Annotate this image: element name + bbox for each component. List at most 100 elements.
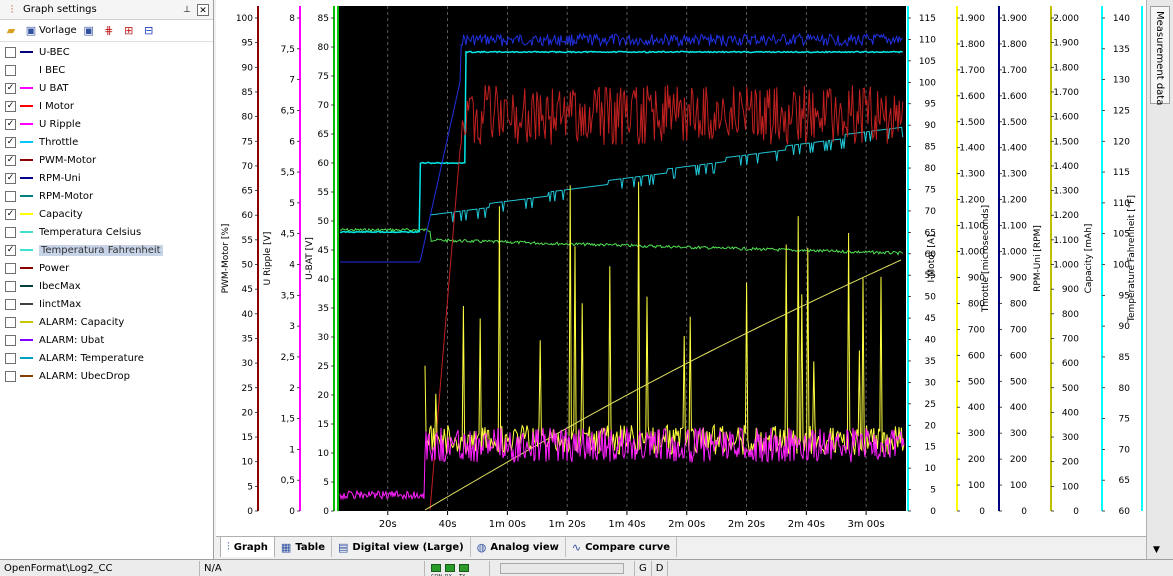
tab-digital-view-large[interactable]: ▤ Digital view (Large) [332,537,471,557]
signal-color-swatch [20,303,33,305]
close-icon[interactable]: ✕ [197,3,209,16]
axis-settings-icon[interactable]: ⋕ [101,23,117,39]
signal-row[interactable]: ✓ Throttle [0,133,213,151]
signal-checkbox[interactable] [5,334,16,346]
signal-row[interactable]: ✓ U BAT [0,79,213,97]
measurement-data-tab[interactable]: Measurement data [1150,6,1170,105]
axis-label: U Ripple [V] [263,232,273,286]
signal-color-swatch [20,123,33,125]
axis-tick-label: 500 [1062,384,1079,394]
signal-row[interactable]: ✓ Capacity [0,205,213,223]
axis-tick-label: 400 [1010,403,1027,413]
signal-row[interactable]: ✓ I Motor [0,97,213,115]
signal-color-swatch [20,249,33,251]
signal-checkbox[interactable] [5,190,16,202]
panel-title: Graph settings [23,4,97,15]
signal-row[interactable]: IinctMax [0,295,213,313]
save-as-icon[interactable]: ▣ [81,23,97,39]
axis-tick-label: 20 [925,421,937,431]
axis-tick-label: 110 [919,35,936,45]
axis-tick-label: 75 [1119,415,1130,425]
signal-row[interactable]: IbecMax [0,277,213,295]
signal-row[interactable]: ALARM: UbecDrop [0,367,213,385]
signal-checkbox[interactable] [5,226,16,238]
tab-compare-curve[interactable]: ∿ Compare curve [566,537,678,557]
signal-row[interactable]: ✓ RPM-Uni [0,169,213,187]
axis-tick-label: 1.400 [959,144,985,154]
signal-checkbox[interactable]: ✓ [5,154,16,166]
signal-checkbox[interactable] [5,262,16,274]
axis-tick-label: 100 [236,14,253,24]
signal-row[interactable]: I BEC [0,61,213,79]
signal-label: I Motor [39,100,75,112]
axis-tick-label: 1.600 [959,92,985,102]
signal-label: U BAT [39,82,69,94]
signal-checkbox[interactable] [5,46,16,58]
axis-tick-label: 0 [930,507,936,517]
signal-checkbox[interactable]: ✓ [5,208,16,220]
signal-row[interactable]: ALARM: Temperature [0,349,213,367]
signal-checkbox[interactable]: ✓ [5,136,16,148]
signal-checkbox[interactable]: ✓ [5,82,16,94]
pin-icon[interactable]: ⊥ [181,4,193,16]
axis-tick-label: 900 [1010,273,1027,283]
led-rx-icon: RX [445,564,455,576]
axis-tick-label: 1.900 [959,14,985,24]
tab-analog-view[interactable]: ◍ Analog view [471,537,566,557]
signal-row[interactable]: ✓ PWM-Motor [0,151,213,169]
axis-tick-label: 135 [1113,45,1130,55]
axis-tick-label: 1,5 [281,415,295,425]
vorlage-button[interactable]: ▣ Vorlage [23,23,77,39]
signal-checkbox[interactable] [5,316,16,328]
signal-row[interactable]: ✓ Temperatura Fahrenheit [0,241,213,259]
signal-checkbox[interactable] [5,280,16,292]
tab-graph[interactable]: ⫶ Graph [220,537,275,557]
axis-tick-label: 200 [1010,455,1027,465]
axis-tick-label: 70 [1119,445,1131,455]
tab-table[interactable]: ▦ Table [275,537,332,557]
signal-row[interactable]: U-BEC [0,43,213,61]
axis-label: Throttle [microseconds] [981,205,991,313]
signal-checkbox[interactable]: ✓ [5,100,16,112]
signal-checkbox[interactable] [5,64,16,76]
axis-tick-label: 0 [323,507,329,517]
signal-label: Throttle [39,136,79,148]
axis-tick-label: 700 [1010,325,1027,335]
signal-label: ALARM: UbecDrop [39,370,130,382]
signal-row[interactable]: Power [0,259,213,277]
signal-row[interactable]: Temperatura Celsius [0,223,213,241]
signal-checkbox[interactable]: ✓ [5,172,16,184]
signal-color-swatch [20,339,33,341]
signal-checkbox[interactable]: ✓ [5,244,16,256]
signal-checkbox[interactable] [5,352,16,364]
axis-tick-label: 1.600 [1001,92,1027,102]
axis-tick-label: 300 [968,429,985,439]
axis-tick-label: 70 [925,207,937,217]
led-con-icon: CON [431,564,442,576]
axis-tick-label: 1.400 [1053,162,1079,172]
signal-row[interactable]: ALARM: Capacity [0,313,213,331]
axis-tick-label: 30 [242,359,254,369]
signal-checkbox[interactable] [5,370,16,382]
axis-label: RPM-Uni [RPM] [1033,225,1043,292]
axis-tick-label: 1.300 [959,170,985,180]
signal-row[interactable]: RPM-Motor [0,187,213,205]
graph-canvas[interactable]: 20s 40s 1m 00s 1m 20s 1m 40s 2m 00s 2m 20s 2m 4… [216,0,1146,536]
vorlage-label: Vorlage [39,25,77,36]
chevron-down-icon[interactable]: ▼ [1153,545,1160,555]
axis-tick-label: 2.000 [1053,14,1079,24]
signal-label: IinctMax [39,298,82,310]
graph-view[interactable]: 20s 40s 1m 00s 1m 20s 1m 40s 2m 00s 2m 20s 2m 4… [216,0,1146,536]
axis-tick-label: 1.900 [1001,14,1027,24]
signal-checkbox[interactable] [5,298,16,310]
check-all-icon[interactable]: ⊞ [121,23,137,39]
signal-row[interactable]: ✓ U Ripple [0,115,213,133]
axis-tick-label: 5 [289,199,295,209]
signal-checkbox[interactable]: ✓ [5,118,16,130]
open-folder-icon[interactable]: ▰ [3,23,19,39]
axis-tick-label: 105 [919,57,936,67]
axis-tick-label: 100 [1010,481,1027,491]
axis-tick-label: 1.500 [1001,118,1027,128]
uncheck-all-icon[interactable]: ⊟ [141,23,157,39]
signal-row[interactable]: ALARM: Ubat [0,331,213,349]
